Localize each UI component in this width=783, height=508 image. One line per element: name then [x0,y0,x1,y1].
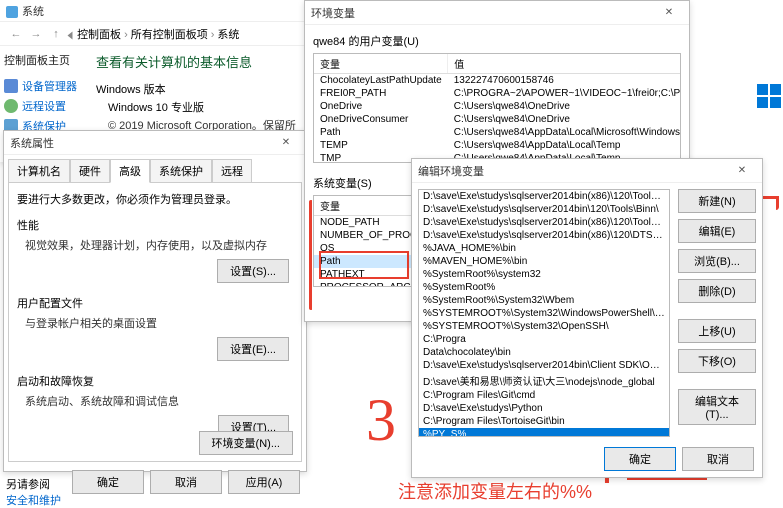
annotation-number-3: 3 [366,386,396,455]
tab-0[interactable]: 计算机名 [8,159,70,183]
editpath-title: 编辑环境变量 [418,163,484,179]
sidebar-remote[interactable]: 远程设置 [4,98,88,114]
startup-group: 启动和故障恢复 系统启动、系统故障和调试信息 设置(T)... [17,373,293,439]
ok-button[interactable]: 确定 [604,447,676,471]
list-item[interactable]: %SystemRoot%\System32\Wbem [419,294,669,307]
list-item[interactable]: %SystemRoot%\system32 [419,268,669,281]
perf-group: 性能 视觉效果，处理器计划，内存使用，以及虚拟内存 设置(S)... [17,217,293,283]
windows-edition: Windows 10 专业版 [108,99,301,115]
list-item[interactable]: D:\save\美和易思\师资认证\大三\nodejs\node_global [419,372,669,389]
list-item[interactable]: D:\save\Exe\studys\sqlserver2014bin(x86)… [419,190,669,203]
list-item[interactable]: D:\save\Exe\studys\sqlserver2014bin\Clie… [419,359,669,372]
admin-note: 要进行大多数更改，你必须作为管理员登录。 [17,191,293,207]
list-item[interactable]: %JAVA_HOME%\bin [419,242,669,255]
ok-button[interactable]: 确定 [72,470,144,494]
edit-text-button[interactable]: 编辑文本(T)... [678,389,756,425]
page-title: 查看有关计算机的基本信息 [96,52,301,71]
up-button[interactable]: ↑ [46,24,66,44]
new-button[interactable]: 新建(N) [678,189,756,213]
section-label: Windows 版本 [96,81,301,97]
list-item[interactable]: D:\save\Exe\studys\Python [419,402,669,415]
tab-1[interactable]: 硬件 [70,159,110,183]
list-item[interactable]: C:\Progra [419,333,669,346]
tab-3[interactable]: 系统保护 [150,159,212,183]
close-button[interactable]: ✕ [272,133,300,153]
editpath-titlebar: 编辑环境变量 ✕ [412,159,762,183]
system-properties-window: 系统属性 ✕ 计算机名硬件高级系统保护远程 要进行大多数更改，你必须作为管理员登… [3,130,307,472]
move-down-button[interactable]: 下移(O) [678,349,756,373]
sysprop-buttons: 确定 取消 应用(A) [4,466,306,498]
edit-path-window: 编辑环境变量 ✕ D:\save\Exe\studys\sqlserver201… [411,158,763,478]
remote-icon [4,99,18,113]
cp-title: 系统 [22,6,44,18]
apply-button[interactable]: 应用(A) [228,470,300,494]
perf-settings-button[interactable]: 设置(S)... [217,259,289,283]
list-item[interactable]: D:\save\Exe\studys\sqlserver2014bin(x86)… [419,216,669,229]
table-row[interactable]: TEMPC:\Users\qwe84\AppData\Local\Temp [314,139,681,152]
cancel-button[interactable]: 取消 [150,470,222,494]
env-titlebar: 环境变量 ✕ [305,1,689,25]
sidebar-header: 控制面板主页 [4,52,88,68]
list-item[interactable]: %SYSTEMROOT%\System32\WindowsPowerShell\… [419,307,669,320]
list-item[interactable]: D:\save\Exe\studys\sqlserver2014bin\120\… [419,203,669,216]
profile-group: 用户配置文件 与登录帐户相关的桌面设置 设置(E)... [17,295,293,361]
sysprop-tabs: 计算机名硬件高级系统保护远程 [4,155,306,183]
editpath-side-buttons: 新建(N) 编辑(E) 浏览(B)... 删除(D) 上移(U) 下移(O) 编… [678,189,756,437]
profile-settings-button[interactable]: 设置(E)... [217,337,289,361]
sysprop-title: 系统属性 [10,135,54,151]
sysprop-titlebar: 系统属性 ✕ [4,131,306,155]
browse-button[interactable]: 浏览(B)... [678,249,756,273]
breadcrumb[interactable]: 控制面板›所有控制面板项›系统 [66,26,239,42]
list-item[interactable]: C:\Program Files\Git\cmd [419,389,669,402]
close-button[interactable]: ✕ [655,3,683,23]
env-title: 环境变量 [311,5,355,21]
annotation-warning-text: 注意添加变量左右的%% [398,478,592,504]
list-item[interactable]: C:\Program Files\TortoiseGit\bin [419,415,669,428]
user-vars-label: qwe84 的用户变量(U) [313,33,681,49]
edit-button[interactable]: 编辑(E) [678,219,756,243]
delete-button[interactable]: 删除(D) [678,279,756,303]
move-up-button[interactable]: 上移(U) [678,319,756,343]
list-item[interactable]: Data\chocolatey\bin [419,346,669,359]
list-item[interactable]: %PY_S% [419,428,669,437]
table-row[interactable]: PathC:\Users\qwe84\AppData\Local\Microso… [314,126,681,139]
list-item[interactable]: D:\save\Exe\studys\sqlserver2014bin(x86)… [419,229,669,242]
sysprop-pane: 要进行大多数更改，你必须作为管理员登录。 性能 视觉效果，处理器计划，内存使用，… [8,182,302,462]
chevron-icon [68,31,73,39]
cancel-button[interactable]: 取消 [682,447,754,471]
env-vars-button[interactable]: 环境变量(N)... [199,431,293,455]
table-row[interactable]: OneDriveConsumerC:\Users\qwe84\OneDrive [314,113,681,126]
tab-2[interactable]: 高级 [110,159,150,183]
windows-logo [757,84,783,110]
list-item[interactable]: %MAVEN_HOME%\bin [419,255,669,268]
cp-titlebar: 系统 [0,0,305,22]
list-item[interactable]: %SYSTEMROOT%\System32\OpenSSH\ [419,320,669,333]
device-icon [4,79,18,93]
table-row[interactable]: OneDriveC:\Users\qwe84\OneDrive [314,100,681,113]
user-vars-table[interactable]: 变量值 ChocolateyLastPathUpdate132227470600… [313,53,681,163]
path-listbox[interactable]: D:\save\Exe\studys\sqlserver2014bin(x86)… [418,189,670,437]
cp-navbar: ← → ↑ 控制面板›所有控制面板项›系统 [0,22,305,46]
close-button[interactable]: ✕ [728,161,756,181]
sidebar-device-manager[interactable]: 设备管理器 [4,78,88,94]
table-row[interactable]: ChocolateyLastPathUpdate1322274706001587… [314,74,681,88]
back-button[interactable]: ← [6,24,26,44]
editpath-buttons: 确定 取消 [412,443,762,475]
table-row[interactable]: FREI0R_PATHC:\PROGRA~2\APOWER~1\VIDEOC~1… [314,87,681,100]
tab-4[interactable]: 远程 [212,159,252,183]
forward-button[interactable]: → [26,24,46,44]
list-item[interactable]: %SystemRoot% [419,281,669,294]
